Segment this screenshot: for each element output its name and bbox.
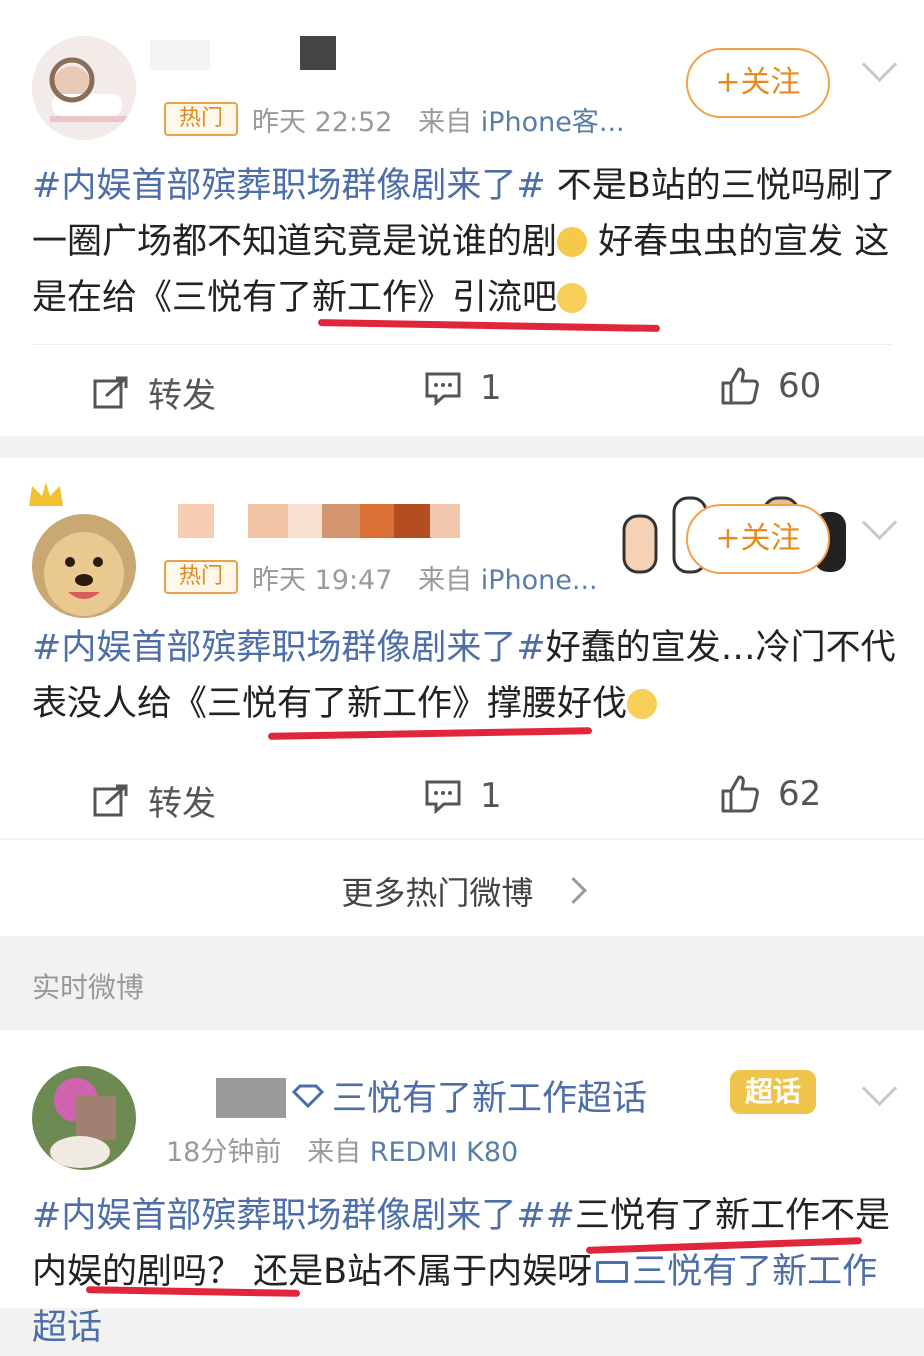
username-blurred[interactable] bbox=[216, 1078, 286, 1118]
section-title: 实时微博 bbox=[32, 971, 145, 1004]
repost-label: 转发 bbox=[148, 784, 216, 824]
username-blurred-left bbox=[150, 40, 210, 70]
thumbs-up-icon bbox=[721, 775, 759, 813]
hammer-emoji-icon bbox=[627, 689, 658, 719]
post-text-segment: 撑腰好伐 bbox=[487, 684, 628, 724]
avatar[interactable] bbox=[32, 514, 136, 618]
post-text-topic: 三悦有了新工作 bbox=[574, 1196, 820, 1236]
more-hot-posts-bar[interactable]: 更多热门微博 bbox=[0, 840, 924, 936]
post-text: #内娱首部殡葬职场群像剧来了# 不是B站的三悦吗刷了一圈广场都不知道究竟是说谁的… bbox=[32, 158, 902, 326]
hashtag-link[interactable]: #内娱首部殡葬职场群像剧来了# bbox=[32, 628, 546, 668]
post-text: #内娱首部殡葬职场群像剧来了#好蠢的宣发…冷门不代表没人给《三悦有了新工作》撑腰… bbox=[32, 620, 902, 732]
repost-icon bbox=[93, 784, 128, 816]
from-label: 来自 bbox=[418, 107, 473, 138]
comment-icon bbox=[425, 780, 461, 815]
hot-badge: 热门 bbox=[164, 102, 238, 136]
laugh-cry-emoji-icon bbox=[557, 227, 588, 257]
thumbs-up-icon bbox=[721, 367, 759, 405]
supertopic-link[interactable]: 三悦有了新工作超话 bbox=[292, 1070, 647, 1121]
hash-symbol[interactable]: # bbox=[546, 1196, 575, 1236]
post-time: 18分钟前 bbox=[166, 1137, 282, 1168]
supertopic-badge: 超话 bbox=[730, 1070, 816, 1114]
crown-icon bbox=[29, 482, 63, 506]
hot-badge: 热门 bbox=[164, 560, 238, 594]
book-title: 《三悦有了新工作》 bbox=[137, 278, 453, 318]
scared-emoji-icon bbox=[557, 283, 588, 313]
comment-count: 1 bbox=[480, 776, 502, 816]
post-card-1: 热门 昨天 22:52 来自 iPhone客... +关注 #内娱首部殡葬职场群… bbox=[0, 0, 924, 436]
repost-button[interactable]: 转发 bbox=[92, 368, 216, 417]
chevron-right-icon bbox=[559, 877, 587, 904]
chevron-down-icon[interactable] bbox=[861, 1070, 898, 1107]
comment-icon bbox=[425, 372, 461, 407]
like-button[interactable]: 62 bbox=[720, 774, 821, 814]
divider bbox=[32, 344, 892, 345]
comment-button[interactable]: 1 bbox=[424, 776, 502, 816]
avatar[interactable] bbox=[32, 36, 136, 140]
comment-count: 1 bbox=[480, 368, 502, 408]
post-card-2: 热门 昨天 19:47 来自 iPhone... +关注 #内娱首部殡葬职场群像… bbox=[0, 458, 924, 838]
comment-button[interactable]: 1 bbox=[424, 368, 502, 408]
hashtag-link[interactable]: #内娱首部殡葬职场群像剧来了# bbox=[32, 166, 546, 206]
post-time: 昨天 22:52 bbox=[252, 107, 393, 138]
like-count: 62 bbox=[778, 774, 822, 814]
supertopic-name: 三悦有了新工作超话 bbox=[332, 1079, 648, 1119]
hashtag-link[interactable]: #内娱首部殡葬职场群像剧来了# bbox=[32, 1196, 546, 1236]
post-source[interactable]: iPhone... bbox=[481, 565, 598, 596]
post-text: #内娱首部殡葬职场群像剧来了##三悦有了新工作不是内娱的剧吗？ 还是B站不属于内… bbox=[32, 1188, 912, 1356]
like-button[interactable]: 60 bbox=[720, 366, 821, 406]
repost-button[interactable]: 转发 bbox=[92, 776, 216, 825]
chevron-down-icon[interactable] bbox=[861, 46, 898, 83]
follow-button[interactable]: +关注 bbox=[686, 48, 830, 118]
repost-label: 转发 bbox=[148, 376, 216, 416]
realtime-post-card: 三悦有了新工作超话 超话 18分钟前 来自 REDMI K80 #内娱首部殡葬职… bbox=[0, 1030, 924, 1348]
username-blurred[interactable] bbox=[178, 504, 460, 538]
follow-button[interactable]: +关注 bbox=[686, 504, 830, 574]
from-label: 来自 bbox=[307, 1137, 362, 1168]
post-text-segment: 引流吧 bbox=[452, 278, 558, 318]
like-count: 60 bbox=[778, 366, 822, 406]
post-source[interactable]: iPhone客... bbox=[481, 107, 625, 138]
book-title: 《三悦有了新工作》 bbox=[172, 684, 488, 724]
more-hot-posts[interactable]: 更多热门微博 bbox=[0, 868, 924, 914]
chevron-down-icon[interactable] bbox=[861, 504, 898, 541]
username-blurred[interactable] bbox=[300, 36, 336, 70]
more-hot-posts-label: 更多热门微博 bbox=[341, 874, 534, 912]
avatar[interactable] bbox=[32, 1066, 136, 1170]
post-meta: 18分钟前 来自 REDMI K80 bbox=[166, 1130, 518, 1169]
diamond-icon bbox=[596, 1261, 629, 1283]
from-label: 来自 bbox=[418, 565, 473, 596]
post-meta: 昨天 19:47 来自 iPhone... bbox=[252, 558, 598, 597]
post-time: 昨天 19:47 bbox=[252, 565, 393, 596]
post-source[interactable]: REDMI K80 bbox=[370, 1137, 519, 1168]
diamond-icon bbox=[292, 1084, 324, 1108]
post-meta: 昨天 22:52 来自 iPhone客... bbox=[252, 100, 625, 139]
repost-icon bbox=[93, 376, 128, 408]
